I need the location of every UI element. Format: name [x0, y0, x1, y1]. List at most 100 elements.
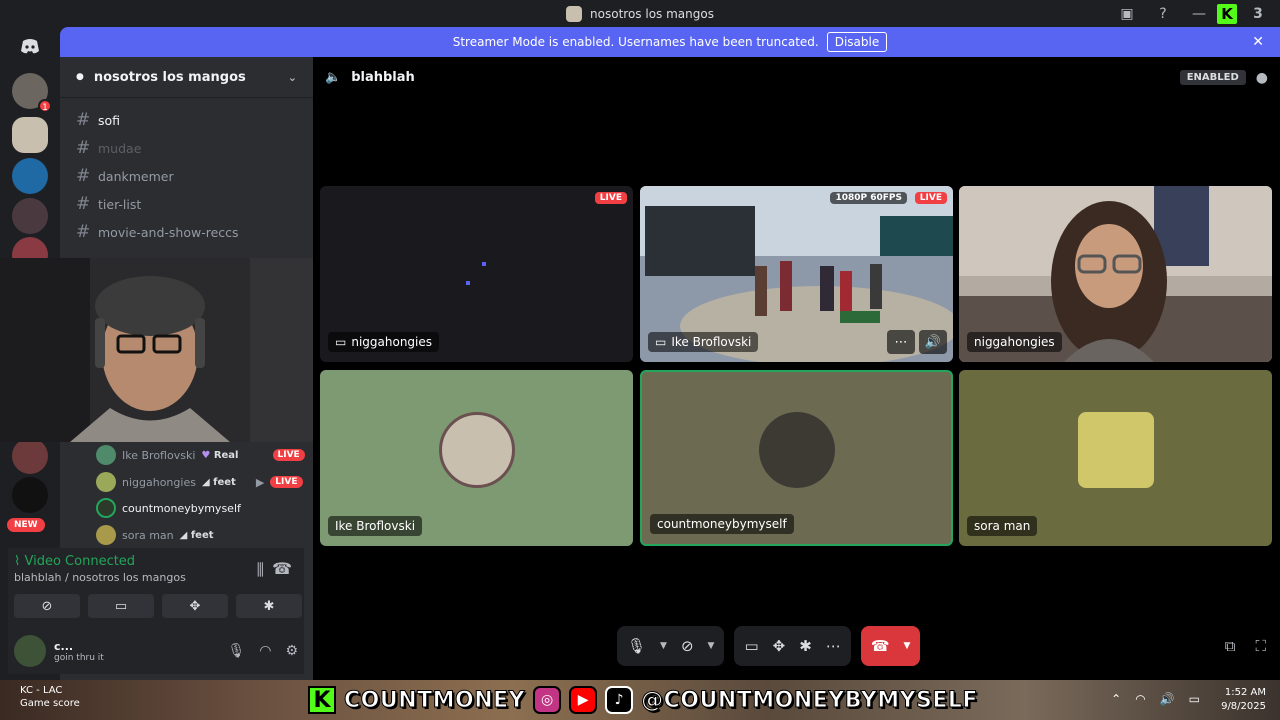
help-icon[interactable]: ?: [1145, 6, 1181, 22]
stream-overlay-banner: K COUNTMONEY ◎ ▶ ♪ @COUNTMONEYBYMYSELF: [308, 683, 978, 717]
screen-icon: ▭: [335, 335, 347, 349]
volume-button[interactable]: 🔊: [919, 330, 947, 354]
voice-channel-path[interactable]: blahblah / nosotros los mangos: [14, 571, 186, 584]
tile-nameplate: niggahongies: [967, 332, 1062, 352]
volume-icon[interactable]: 🔊: [1160, 692, 1175, 706]
call-header: 🔈 blahblah ENABLED ●: [313, 57, 1280, 98]
inbox-icon[interactable]: ▣: [1109, 6, 1145, 22]
chat-icon[interactable]: ●: [1256, 70, 1268, 86]
discord-home-icon[interactable]: [19, 35, 41, 57]
overlay-handle: @COUNTMONEYBYMYSELF: [641, 687, 978, 713]
voice-channel-title: blahblah: [351, 70, 415, 85]
noise-suppression-icon[interactable]: ⫼: [257, 560, 264, 580]
new-badge[interactable]: NEW: [7, 518, 45, 532]
streamer-mode-banner: Streamer Mode is enabled. Usernames have…: [60, 27, 1280, 57]
chevron-down-icon[interactable]: ▼: [660, 641, 667, 651]
soundboard-icon[interactable]: ✱: [799, 637, 812, 655]
hash-icon: #: [76, 194, 91, 214]
soundboard-button[interactable]: ✱: [236, 594, 302, 618]
participant-tile[interactable]: sora man: [959, 370, 1272, 546]
live-badge: LIVE: [270, 476, 303, 488]
voice-connected-status[interactable]: ⌇ Video Connected: [14, 554, 135, 569]
gear-icon[interactable]: ⚙: [285, 643, 298, 659]
avatar: [96, 498, 116, 518]
kick-extension-badge[interactable]: K 3: [1217, 3, 1280, 24]
media-controls: 🎙 ▼ ⊘ ▼: [617, 626, 725, 666]
participant-tile-speaking[interactable]: countmoneybymyself: [640, 370, 953, 546]
activity-button[interactable]: ✥: [162, 594, 228, 618]
chevron-up-icon[interactable]: ⌃: [1111, 692, 1121, 706]
server-icon[interactable]: 1: [12, 73, 52, 113]
disable-streamer-mode-button[interactable]: Disable: [826, 32, 888, 52]
voice-user[interactable]: sora man ◢ feet: [96, 524, 214, 546]
server-icon[interactable]: [12, 438, 48, 474]
weather-widget[interactable]: KC - LAC Game score: [20, 684, 80, 710]
channel-dankmemer[interactable]: # dankmemer: [68, 163, 305, 189]
close-icon[interactable]: ✕: [1252, 34, 1264, 50]
disconnect-icon[interactable]: ☎: [272, 559, 292, 578]
avatar[interactable]: [14, 635, 46, 667]
leave-call-button[interactable]: ☎ ▼: [860, 626, 921, 666]
headphones-icon[interactable]: ◠: [259, 643, 271, 659]
speaker-icon: 🔈: [325, 70, 342, 85]
share-screen-icon[interactable]: ▭: [744, 637, 758, 655]
server-header[interactable]: ● nosotros los mangos ⌄: [60, 57, 313, 98]
live-badge: LIVE: [272, 449, 305, 461]
share-controls: ▭ ✥ ✱ ⋯: [734, 626, 851, 666]
more-options-button[interactable]: ⋯: [887, 330, 915, 354]
camera-icon: ▶: [255, 475, 265, 489]
channel-tier-list[interactable]: # tier-list: [68, 191, 305, 217]
server-icon[interactable]: [12, 477, 48, 513]
channel-mudae[interactable]: # mudae: [68, 135, 305, 161]
camera-tile[interactable]: niggahongies: [959, 186, 1272, 362]
mention-badge: 1: [38, 99, 52, 113]
call-controls: 🎙 ▼ ⊘ ▼ ▭ ✥ ✱ ⋯ ☎ ▼: [617, 626, 921, 666]
channel-label: tier-list: [98, 196, 142, 212]
mic-icon[interactable]: 🎙: [627, 637, 646, 655]
kick-count: 3: [1253, 5, 1263, 22]
camera-off-button[interactable]: ⊘: [14, 594, 80, 618]
minimize-button[interactable]: —: [1181, 6, 1217, 22]
server-icon-active[interactable]: [12, 117, 48, 153]
share-screen-button[interactable]: ▭: [88, 594, 154, 618]
server-icon[interactable]: [12, 198, 48, 234]
channel-label: mudae: [98, 140, 142, 156]
chevron-down-icon[interactable]: ▼: [904, 641, 911, 651]
battery-icon[interactable]: ▭: [1189, 692, 1200, 706]
webcam-overlay: [0, 258, 328, 442]
channel-movie-and-show-reccs[interactable]: # movie-and-show-reccs: [68, 219, 305, 245]
server-name: nosotros los mangos: [93, 69, 246, 85]
instagram-icon: ◎: [533, 686, 562, 714]
more-icon[interactable]: ⋯: [826, 637, 841, 655]
voice-user[interactable]: countmoneybymyself: [96, 497, 241, 519]
channel-label: sofi: [98, 112, 121, 128]
participant-tile[interactable]: Ike Broflovski: [320, 370, 633, 546]
voice-user[interactable]: niggahongies ◢ feet ▶ LIVE: [96, 471, 303, 493]
activity-icon[interactable]: ✥: [773, 637, 786, 655]
hangup-icon: ☎: [870, 637, 890, 655]
tiktok-icon: ♪: [605, 686, 634, 714]
popout-icon[interactable]: ⧉: [1225, 637, 1236, 655]
voice-user-name: sora man: [122, 528, 174, 542]
mic-icon[interactable]: 🎙: [227, 643, 245, 659]
system-tray: ⌃ ◠ 🔊 ▭: [1111, 692, 1200, 706]
stream-quality-badge: 1080P 60FPS: [830, 192, 907, 204]
server-icon[interactable]: [12, 158, 48, 194]
channel-sofi[interactable]: # sofi: [68, 107, 305, 133]
voice-user[interactable]: Ike Broflovski ♥ Real LIVE: [96, 444, 305, 466]
avatar: [96, 472, 116, 492]
voice-user-name: countmoneybymyself: [122, 501, 241, 515]
user-tag: ♥ Real: [201, 449, 239, 461]
clock[interactable]: 1:52 AM 9/8/2025: [1221, 686, 1266, 714]
camera-off-icon[interactable]: ⊘: [681, 637, 694, 655]
user-panel: c... goin thru it 🎙 ◠ ⚙: [8, 628, 304, 674]
tile-nameplate: ▭ Ike Broflovski: [648, 332, 759, 352]
stream-tile[interactable]: LIVE ▭ niggahongies: [320, 186, 633, 362]
wifi-icon[interactable]: ◠: [1135, 692, 1145, 706]
username: c...: [54, 639, 74, 653]
stream-tile[interactable]: 1080P 60FPS LIVE ▭ Ike Broflovski ⋯ 🔊: [640, 186, 953, 362]
custom-status: goin thru it: [54, 652, 104, 663]
streamer-mode-badge[interactable]: ENABLED: [1179, 70, 1246, 85]
fullscreen-icon[interactable]: ⛶: [1255, 637, 1266, 655]
chevron-down-icon[interactable]: ▼: [708, 641, 715, 651]
